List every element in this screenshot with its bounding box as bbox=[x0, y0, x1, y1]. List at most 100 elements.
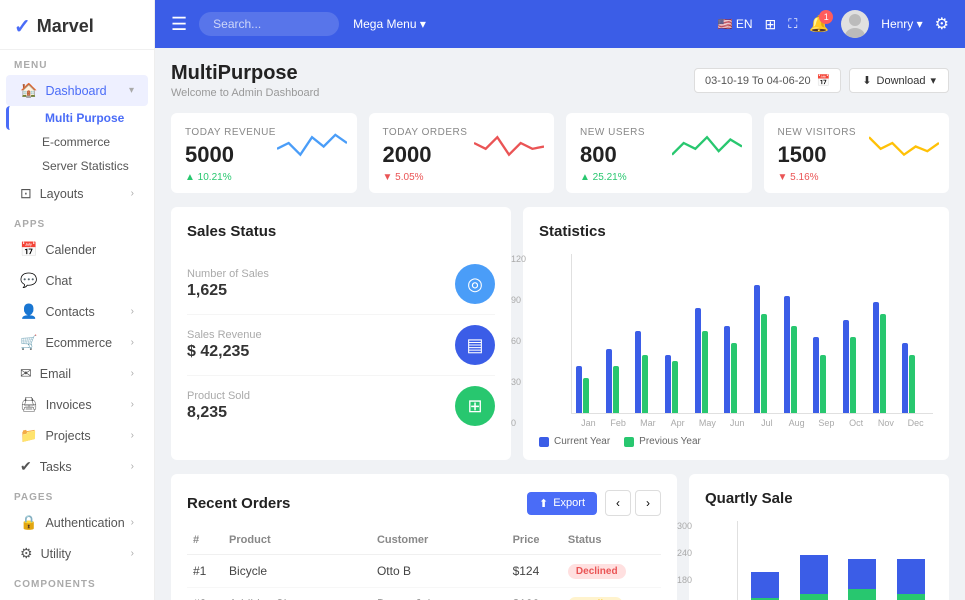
sidebar-item-email[interactable]: ✉ Email › bbox=[6, 358, 148, 389]
sidebar-item-invoices[interactable]: 🖨 Invoices › bbox=[6, 389, 148, 420]
page-header-right: 03-10-19 To 04-06-20 📅 ⬇ Download ▾ bbox=[694, 68, 949, 93]
chevron-icon: › bbox=[131, 430, 134, 441]
bar-previous bbox=[791, 326, 797, 414]
q-bar-segment bbox=[800, 555, 828, 594]
sales-item-value: 1,625 bbox=[187, 282, 269, 300]
bar-group bbox=[695, 308, 722, 413]
hamburger-icon[interactable]: ☰ bbox=[171, 14, 187, 35]
sidebar-item-chat[interactable]: 💬 Chat bbox=[6, 265, 148, 296]
dashboard-icon: 🏠 bbox=[20, 82, 37, 99]
q-bar-segment bbox=[897, 594, 925, 600]
statistics-card: Statistics 1209060300 JanFebMarAprMayJun… bbox=[523, 207, 949, 460]
download-button[interactable]: ⬇ Download ▾ bbox=[849, 68, 949, 93]
date-range-picker[interactable]: 03-10-19 To 04-06-20 📅 bbox=[694, 68, 841, 93]
utility-icon: ⚙ bbox=[20, 545, 33, 562]
sidebar-item-dashboard[interactable]: 🏠 Dashboard ▾ bbox=[6, 75, 148, 106]
quarterly-title: Quartly Sale bbox=[705, 490, 933, 507]
q-bar-group bbox=[844, 559, 877, 600]
table-row: #1 Bicycle Otto B $124 Declined bbox=[187, 555, 661, 588]
section-label-menu: MENU bbox=[0, 50, 154, 75]
q-bar-segment bbox=[848, 589, 876, 600]
bar-current bbox=[635, 331, 641, 413]
sidebar-item-label: Tasks bbox=[40, 460, 72, 474]
bar-previous bbox=[880, 314, 886, 413]
sparkline bbox=[672, 123, 742, 163]
x-label: Aug bbox=[783, 418, 810, 428]
bar-previous bbox=[820, 355, 826, 413]
bar-current bbox=[873, 302, 879, 413]
fullscreen-icon[interactable]: ⛶ bbox=[788, 16, 797, 32]
next-page-button[interactable]: › bbox=[635, 490, 661, 516]
sidebar-item-ui-components[interactable]: ◫ UI Components › bbox=[6, 594, 148, 600]
notification-badge: 1 bbox=[819, 10, 833, 24]
recent-orders-card: Recent Orders ⬆ Export ‹ › bbox=[171, 474, 677, 600]
sparkline bbox=[277, 123, 347, 163]
logo-check-icon: ✓ bbox=[14, 14, 31, 39]
bottom-row: Recent Orders ⬆ Export ‹ › bbox=[171, 474, 949, 600]
page-header: MultiPurpose Welcome to Admin Dashboard … bbox=[171, 62, 949, 99]
bar-previous bbox=[613, 366, 619, 413]
sidebar-item-tasks[interactable]: ✔ Tasks › bbox=[6, 451, 148, 482]
sales-item-label: Number of Sales bbox=[187, 268, 269, 280]
sidebar-item-ecommerce[interactable]: 🛒 Ecommerce › bbox=[6, 327, 148, 358]
content-area: MultiPurpose Welcome to Admin Dashboard … bbox=[155, 48, 965, 600]
user-name[interactable]: Henry ▾ bbox=[881, 17, 922, 31]
sidebar-item-contacts[interactable]: 👤 Contacts › bbox=[6, 296, 148, 327]
sidebar-sub-multipurpose[interactable]: Multi Purpose bbox=[6, 106, 148, 130]
bar-current bbox=[902, 343, 908, 413]
export-button[interactable]: ⬆ Export bbox=[527, 492, 597, 515]
middle-row: Sales Status Number of Sales 1,625 ◎ Sal… bbox=[171, 207, 949, 460]
stat-change: ▼ 5.16% bbox=[778, 172, 936, 183]
bar-group bbox=[813, 337, 840, 413]
notifications-icon[interactable]: 🔔 1 bbox=[809, 14, 829, 34]
sidebar-item-label: Dashboard bbox=[45, 84, 106, 98]
chevron-icon: › bbox=[131, 517, 134, 528]
sidebar-sub-server[interactable]: Server Statistics bbox=[6, 154, 148, 178]
sidebar-item-projects[interactable]: 📁 Projects › bbox=[6, 420, 148, 451]
col-num: # bbox=[187, 526, 223, 555]
sidebar-item-authentication[interactable]: 🔒 Authentication › bbox=[6, 507, 148, 538]
sidebar-item-calendar[interactable]: 📅 Calender bbox=[6, 234, 148, 265]
bar-current bbox=[784, 296, 790, 413]
download-icon: ⬇ bbox=[862, 74, 871, 87]
auth-icon: 🔒 bbox=[20, 514, 37, 531]
topbar-right: 🇺🇸 EN ⊞ ⛶ 🔔 1 Henry ▾ ⚙ bbox=[718, 10, 949, 38]
q-y-label: 240 bbox=[677, 548, 692, 558]
sales-item-icon: ◎ bbox=[455, 264, 495, 304]
grid-icon[interactable]: ⊞ bbox=[765, 16, 777, 33]
chat-icon: 💬 bbox=[20, 272, 37, 289]
avatar bbox=[841, 10, 869, 38]
chart-x-labels: JanFebMarAprMayJunJulAugSepOctNovDec bbox=[571, 414, 933, 428]
quarterly-bars bbox=[737, 521, 933, 600]
bar-current bbox=[724, 326, 730, 414]
bar-previous bbox=[672, 361, 678, 414]
search-input[interactable] bbox=[199, 12, 339, 36]
prev-page-button[interactable]: ‹ bbox=[605, 490, 631, 516]
cell-status: Declined bbox=[562, 555, 661, 588]
sales-item-2: Product Sold 8,235 ⊞ bbox=[187, 376, 495, 436]
chevron-icon: ▾ bbox=[930, 74, 936, 87]
sidebar-sub-ecommerce[interactable]: E-commerce bbox=[6, 130, 148, 154]
statistics-chart: 1209060300 JanFebMarAprMayJunJulAugSepOc… bbox=[539, 254, 933, 444]
bar-previous bbox=[702, 331, 708, 413]
q-bar-segment bbox=[800, 594, 828, 600]
table-nav: ‹ › bbox=[605, 490, 661, 516]
q-bar-segment bbox=[848, 559, 876, 589]
settings-icon[interactable]: ⚙ bbox=[935, 14, 949, 34]
q-bar-group bbox=[746, 572, 779, 600]
stat-change: ▼ 5.05% bbox=[383, 172, 541, 183]
stat-cards-row: TODAY REVENUE 5000 ▲ 10.21% TODAY ORDERS… bbox=[171, 113, 949, 193]
table-controls: ⬆ Export ‹ › bbox=[527, 490, 661, 516]
bar-previous bbox=[731, 343, 737, 413]
cell-price: $100 bbox=[507, 588, 562, 600]
chevron-icon: ▾ bbox=[129, 85, 134, 96]
cell-customer: Danny Johnson bbox=[371, 588, 507, 600]
megamenu-button[interactable]: Mega Menu ▾ bbox=[353, 17, 426, 31]
language-selector[interactable]: 🇺🇸 EN bbox=[718, 17, 753, 31]
q-bar-segment bbox=[897, 559, 925, 594]
sidebar-item-utility[interactable]: ⚙ Utility › bbox=[6, 538, 148, 569]
sidebar-item-layouts[interactable]: ⊡ Layouts › bbox=[6, 178, 148, 209]
q-bar-group bbox=[892, 559, 925, 600]
cell-customer: Otto B bbox=[371, 555, 507, 588]
bar-group bbox=[665, 355, 692, 413]
